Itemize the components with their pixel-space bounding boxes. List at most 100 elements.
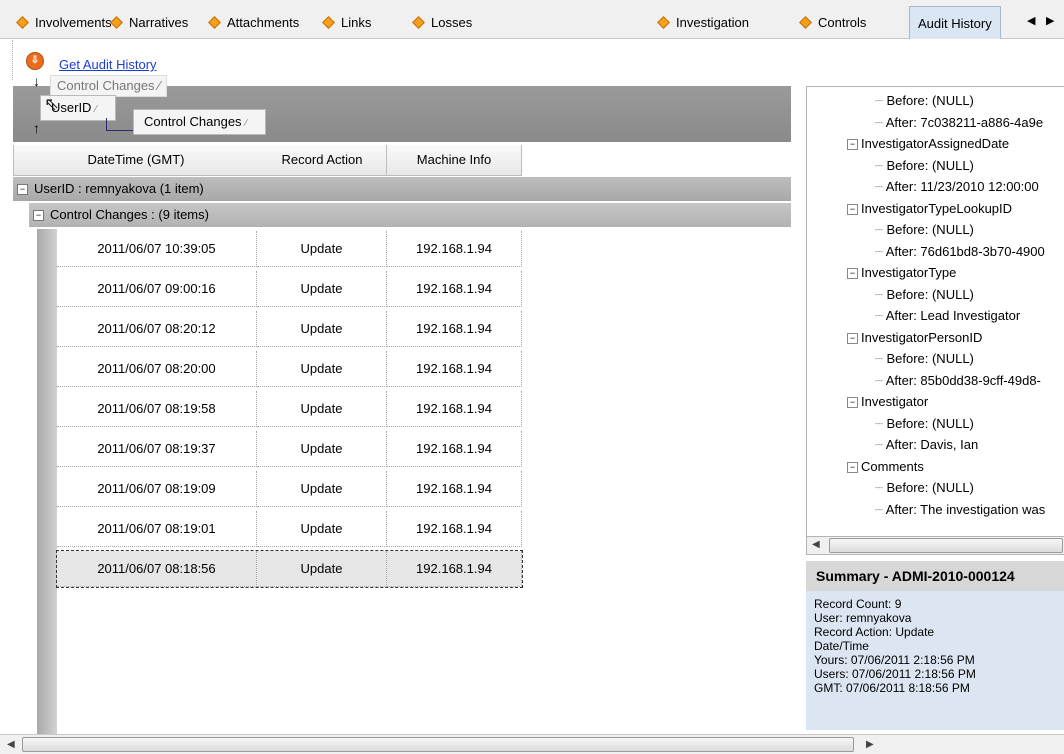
tree-node-field[interactable]: − Investigator (847, 394, 928, 409)
tree-node-value[interactable]: ┈ Before: (NULL) (875, 416, 974, 432)
tree-node-field[interactable]: − Comments (847, 459, 924, 474)
tree-node-value[interactable]: ┈ After: 11/23/2010 12:00:00 (875, 179, 1039, 195)
tab-strip: Involvements Narratives Attachments Link… (0, 0, 1064, 39)
tree-node-label: InvestigatorType (861, 265, 957, 280)
table-row[interactable]: 2011/06/07 08:20:00 Update 192.168.1.94 (57, 351, 522, 387)
tree-node-value[interactable]: ┈ Before: (NULL) (875, 93, 974, 109)
summary-body: Record Count: 9 User: remnyakova Record … (806, 591, 1064, 730)
table-row[interactable]: 2011/06/07 09:00:16 Update 192.168.1.94 (57, 271, 522, 307)
tree-node-value[interactable]: ┈ After: The investigation was (875, 502, 1045, 518)
get-audit-history-link[interactable]: Get Audit History (59, 57, 157, 72)
summary-line: User: remnyakova (814, 611, 912, 625)
tree-node-value[interactable]: ┈ Before: (NULL) (875, 351, 974, 367)
cell-datetime[interactable]: 2011/06/07 08:20:12 (57, 311, 257, 347)
collapse-icon[interactable]: − (847, 268, 858, 280)
cell-record-action[interactable]: Update (257, 471, 387, 507)
cell-machine-info[interactable]: 192.168.1.94 (387, 391, 522, 427)
cell-datetime[interactable]: 2011/06/07 08:18:56 (57, 551, 257, 587)
group-row-control-changes[interactable]: − Control Changes : (9 items) (29, 203, 791, 227)
tree-node-value[interactable]: ┈ Before: (NULL) (875, 158, 974, 174)
tree-node-value[interactable]: ┈ After: Davis, Ian (875, 437, 978, 453)
collapse-icon[interactable]: − (33, 210, 44, 222)
scroll-right-icon[interactable]: ▶ (866, 739, 874, 750)
cell-record-action[interactable]: Update (257, 271, 387, 307)
cell-record-action[interactable]: Update (257, 511, 387, 547)
group-row-user[interactable]: − UserID : remnyakova (1 item) (13, 177, 791, 201)
cell-record-action[interactable]: Update (257, 391, 387, 427)
tree-node-field[interactable]: − InvestigatorAssignedDate (847, 136, 1009, 151)
cell-datetime[interactable]: 2011/06/07 08:19:37 (57, 431, 257, 467)
collapse-icon[interactable]: − (847, 139, 858, 151)
column-header-datetime[interactable]: DateTime (GMT) (13, 145, 259, 176)
cell-datetime[interactable]: 2011/06/07 10:39:05 (57, 231, 257, 267)
audit-download-icon[interactable]: ⇩ (26, 52, 44, 70)
tree-horizontal-scrollbar[interactable]: ◀ (806, 536, 1064, 555)
table-row[interactable]: 2011/06/07 08:19:58 Update 192.168.1.94 (57, 391, 522, 427)
collapse-icon[interactable]: − (17, 184, 28, 196)
cell-record-action[interactable]: Update (257, 551, 387, 587)
cell-machine-info[interactable]: 192.168.1.94 (387, 311, 522, 347)
column-header-machine-info[interactable]: Machine Info (387, 145, 522, 176)
tab-scroll-right-icon[interactable]: ▶ (1046, 14, 1054, 27)
table-row[interactable]: 2011/06/07 08:19:09 Update 192.168.1.94 (57, 471, 522, 507)
table-row[interactable]: 2011/06/07 10:39:05 Update 192.168.1.94 (57, 231, 522, 267)
grid-horizontal-scrollbar[interactable]: ◀ ▶ (0, 734, 1064, 754)
tree-node-value[interactable]: ┈ After: 76d61bd8-3b70-4900 (875, 244, 1045, 260)
tree-node-value[interactable]: ┈ Before: (NULL) (875, 287, 974, 303)
cell-datetime[interactable]: 2011/06/07 08:19:58 (57, 391, 257, 427)
table-row[interactable]: 2011/06/07 08:19:37 Update 192.168.1.94 (57, 431, 522, 467)
collapse-icon[interactable]: − (847, 203, 858, 215)
tree-node-label: After: 7c038211-a886-4a9e (885, 114, 1044, 130)
tab-losses[interactable]: Losses (412, 7, 472, 37)
cell-machine-info[interactable]: 192.168.1.94 (387, 271, 522, 307)
table-row[interactable]: 2011/06/07 08:20:12 Update 192.168.1.94 (57, 311, 522, 347)
cell-machine-info[interactable]: 192.168.1.94 (387, 511, 522, 547)
tab-scroll-left-icon[interactable]: ◀ (1027, 14, 1035, 27)
collapse-icon[interactable]: − (847, 397, 858, 409)
tab-label: Links (341, 14, 372, 30)
tree-node-field[interactable]: − InvestigatorPersonID (847, 330, 982, 345)
scroll-left-icon[interactable]: ◀ (7, 739, 15, 750)
tree-node-value[interactable]: ┈ After: Lead Investigator (875, 308, 1020, 324)
cell-machine-info[interactable]: 192.168.1.94 (387, 471, 522, 507)
scroll-left-icon[interactable]: ◀ (812, 539, 820, 550)
cell-machine-info[interactable]: 192.168.1.94 (387, 231, 522, 267)
tab-links[interactable]: Links (322, 7, 372, 37)
cell-machine-info[interactable]: 192.168.1.94 (387, 431, 522, 467)
tree-node-value[interactable]: ┈ Before: (NULL) (875, 222, 974, 238)
summary-title: Summary - ADMI-2010-000124 (806, 561, 1064, 591)
tab-attachments[interactable]: Attachments (208, 7, 299, 37)
cell-datetime[interactable]: 2011/06/07 08:20:00 (57, 351, 257, 387)
table-row[interactable]: 2011/06/07 08:19:01 Update 192.168.1.94 (57, 511, 522, 547)
scrollbar-thumb[interactable] (22, 737, 854, 752)
cell-datetime[interactable]: 2011/06/07 08:19:09 (57, 471, 257, 507)
tree-node-value[interactable]: ┈ After: 7c038211-a886-4a9e (875, 115, 1043, 131)
cell-record-action[interactable]: Update (257, 431, 387, 467)
tree-node-label: Before: (NULL) (886, 222, 974, 237)
cell-record-action[interactable]: Update (257, 311, 387, 347)
cell-machine-info[interactable]: 192.168.1.94 (387, 551, 522, 587)
group-chip-control-changes[interactable]: Control Changes ⁄ (133, 109, 266, 135)
tree-node-value[interactable]: ┈ Before: (NULL) (875, 480, 974, 496)
cell-record-action[interactable]: Update (257, 231, 387, 267)
summary-line: GMT: 07/06/2011 8:18:56 PM (814, 681, 970, 695)
audit-detail-tree[interactable]: ┈ Before: (NULL) ┈ After: 7c038211-a886-4… (806, 86, 1064, 538)
collapse-icon[interactable]: − (847, 461, 858, 473)
column-header-record-action[interactable]: Record Action (258, 145, 387, 176)
cell-machine-info[interactable]: 192.168.1.94 (387, 351, 522, 387)
tab-audit-history[interactable]: Audit History (909, 6, 1001, 39)
tab-involvements[interactable]: Involvements (16, 7, 112, 37)
tree-node-field[interactable]: − InvestigatorType (847, 265, 956, 280)
tab-narratives[interactable]: Narratives (110, 7, 188, 37)
tree-node-field[interactable]: − InvestigatorTypeLookupID (847, 201, 1012, 216)
collapse-icon[interactable]: − (847, 332, 858, 344)
cell-datetime[interactable]: 2011/06/07 09:00:16 (57, 271, 257, 307)
tree-node-value[interactable]: ┈ After: 85b0dd38-9cff-49d8- (875, 373, 1041, 389)
scrollbar-thumb[interactable] (829, 538, 1063, 553)
table-row[interactable]: 2011/06/07 08:18:56 Update 192.168.1.94 (56, 550, 523, 588)
cell-datetime[interactable]: 2011/06/07 08:19:01 (57, 511, 257, 547)
tab-investigation[interactable]: Investigation (657, 7, 749, 37)
cell-record-action[interactable]: Update (257, 351, 387, 387)
tab-controls[interactable]: Controls (799, 7, 866, 37)
tree-node-label: After: 76d61bd8-3b70-4900 (885, 243, 1045, 259)
